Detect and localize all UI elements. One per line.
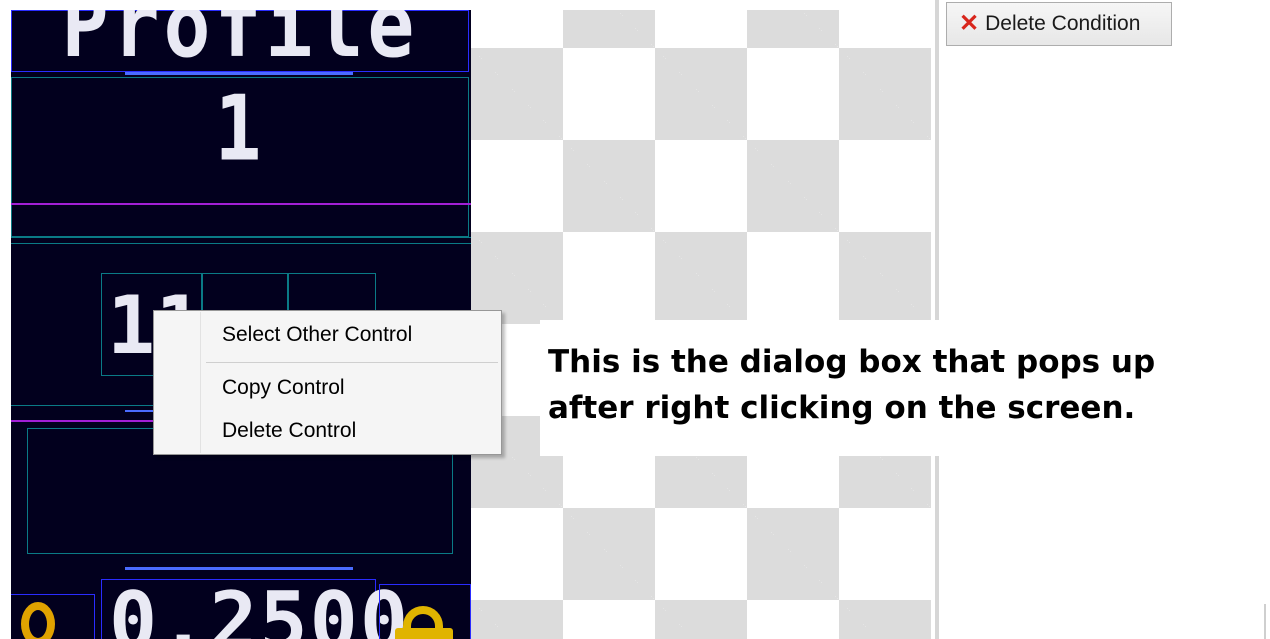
caption-line: after right clicking on the screen.	[548, 390, 1136, 426]
annotation-caption: This is the dialog box that pops up afte…	[548, 339, 1156, 431]
menu-separator	[206, 362, 498, 363]
divider-line	[11, 203, 471, 205]
value-overline	[125, 567, 353, 570]
divider-line	[11, 243, 471, 244]
delete-condition-label: Delete Condition	[985, 12, 1141, 35]
x-icon: ✕	[959, 10, 980, 37]
menu-item-delete-control[interactable]: Delete Control	[156, 413, 499, 449]
menu-item-copy-control[interactable]: Copy Control	[156, 370, 499, 406]
context-menu: Select Other Control Copy Control Delete…	[153, 310, 502, 455]
lock-icon-body	[395, 628, 453, 639]
delete-condition-button[interactable]: ✕ Delete Condition	[946, 2, 1172, 46]
menu-item-select-other-control[interactable]: Select Other Control	[156, 317, 499, 353]
empty-control-area[interactable]	[11, 77, 469, 237]
divider-line	[11, 237, 471, 238]
caption-line: This is the dialog box that pops up	[548, 344, 1156, 380]
scrollbar-edge[interactable]	[1264, 604, 1266, 639]
ring-icon	[21, 602, 55, 639]
value-display: 0.2500	[109, 575, 410, 639]
title-underline	[125, 72, 353, 75]
